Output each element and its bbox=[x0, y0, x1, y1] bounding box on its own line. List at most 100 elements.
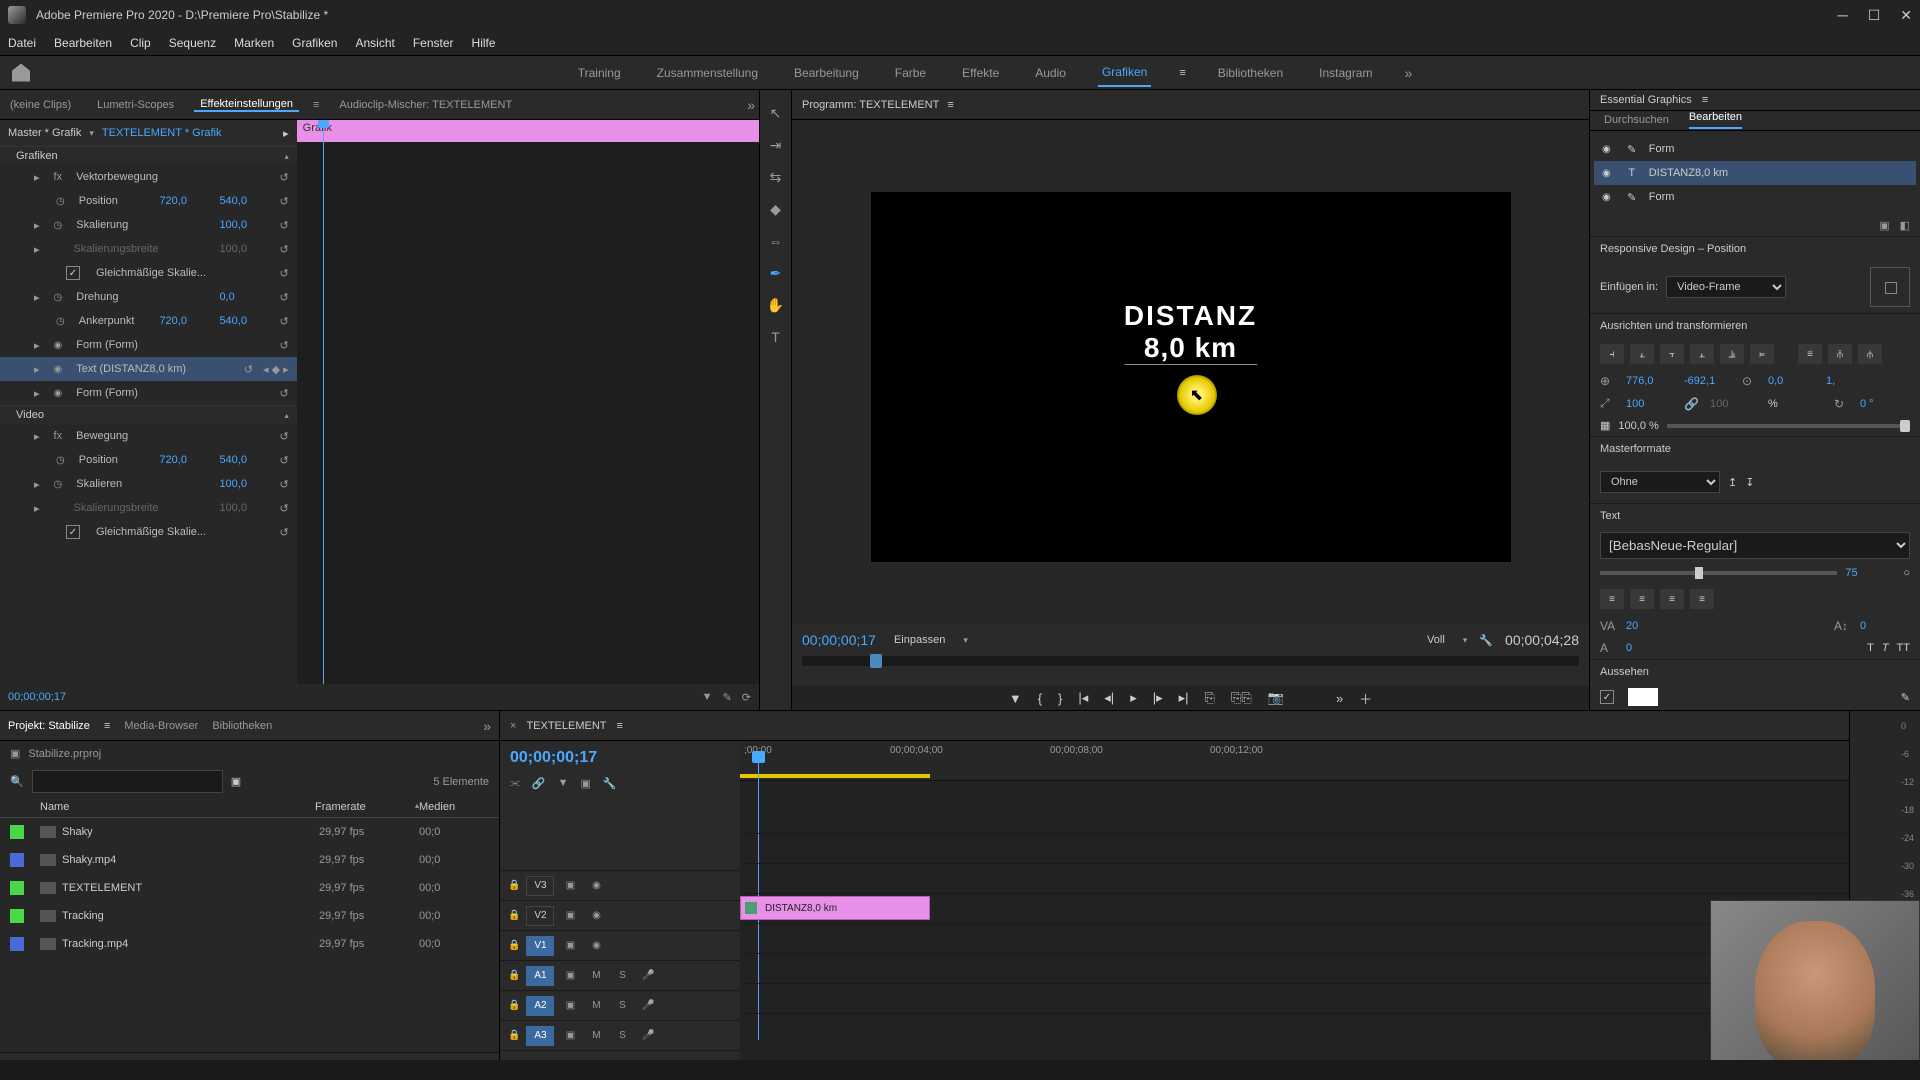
ws-audio[interactable]: Audio bbox=[1031, 60, 1070, 86]
track-a1[interactable]: 🔒A1▣MS🎤 bbox=[500, 960, 740, 990]
chevron-down-icon[interactable]: ▾ bbox=[89, 128, 94, 139]
reset-icon[interactable]: ↺ bbox=[279, 219, 288, 232]
graphic-preview[interactable]: DISTANZ 8,0 km bbox=[1124, 300, 1257, 365]
allcaps-icon[interactable]: TT bbox=[1897, 642, 1910, 654]
upload-icon[interactable]: ↥ bbox=[1728, 476, 1737, 489]
appearance-header[interactable]: Aussehen bbox=[1590, 659, 1920, 684]
program-scrubber[interactable] bbox=[802, 656, 1579, 666]
menu-bearbeiten[interactable]: Bearbeiten bbox=[54, 36, 112, 50]
expand-icon[interactable]: ▸ bbox=[34, 430, 40, 443]
type-tool[interactable]: T bbox=[767, 328, 785, 346]
track-tag[interactable]: A1 bbox=[526, 966, 554, 986]
solo-icon[interactable]: S bbox=[612, 1000, 632, 1011]
ws-instagram[interactable]: Instagram bbox=[1315, 60, 1376, 86]
step-back-icon[interactable]: ◂| bbox=[1104, 690, 1114, 706]
mute-icon[interactable]: M bbox=[586, 970, 606, 981]
master-style-select[interactable]: Ohne bbox=[1600, 471, 1720, 493]
eye-icon[interactable]: ◉ bbox=[586, 940, 606, 951]
font-select[interactable]: [BebasNeue-Regular] bbox=[1600, 532, 1910, 559]
toggle-output-icon[interactable]: ▣ bbox=[560, 940, 580, 951]
zoom-select[interactable]: Einpassen bbox=[888, 632, 951, 648]
track-lane-a1[interactable] bbox=[740, 923, 1849, 953]
fill-checkbox[interactable] bbox=[1600, 690, 1614, 704]
ws-libraries[interactable]: Bibliotheken bbox=[1214, 60, 1287, 86]
menu-datei[interactable]: Datei bbox=[8, 36, 36, 50]
track-select-tool[interactable]: ⇥ bbox=[767, 136, 785, 154]
eg-pos-y[interactable]: -692,1 bbox=[1684, 375, 1734, 387]
effect-playhead[interactable] bbox=[323, 120, 324, 684]
sequence-name[interactable]: TEXTELEMENT bbox=[526, 720, 606, 732]
marker-icon[interactable]: ▼ bbox=[558, 777, 569, 790]
mark-out-icon[interactable]: } bbox=[1058, 691, 1062, 706]
linked-sel-icon[interactable]: 🔗 bbox=[532, 777, 546, 790]
responsive-header[interactable]: Responsive Design – Position bbox=[1590, 236, 1920, 261]
eg-anc-y[interactable]: 1, bbox=[1826, 375, 1876, 387]
panel-menu-icon[interactable]: ≡ bbox=[617, 720, 623, 732]
align-vcenter-icon[interactable]: ⫡ bbox=[1720, 344, 1744, 364]
menu-hilfe[interactable]: Hilfe bbox=[472, 36, 496, 50]
panel-menu-icon[interactable]: ≡ bbox=[1702, 94, 1708, 106]
eye-icon[interactable]: ◉ bbox=[54, 364, 63, 375]
step-fwd-icon[interactable]: |▸ bbox=[1153, 690, 1163, 706]
track-lane-v2[interactable] bbox=[740, 863, 1849, 893]
reset-icon[interactable]: ↺ bbox=[279, 526, 288, 539]
slip-tool[interactable]: ⇔ bbox=[767, 232, 785, 250]
reset-icon[interactable]: ↺ bbox=[279, 291, 288, 304]
play-icon[interactable]: ▸ bbox=[1130, 690, 1137, 706]
mute-icon[interactable]: M bbox=[586, 1000, 606, 1011]
maximize-icon[interactable]: ☐ bbox=[1868, 7, 1881, 24]
track-lane-v1[interactable]: DISTANZ8,0 km bbox=[740, 893, 1849, 923]
track-lane-a3[interactable] bbox=[740, 983, 1849, 1013]
stopwatch-icon[interactable]: ◷ bbox=[54, 479, 63, 490]
ws-menu-icon[interactable]: ≡ bbox=[1179, 67, 1185, 79]
go-in-icon[interactable]: |◂ bbox=[1078, 690, 1088, 706]
panel-menu-icon[interactable]: ≡ bbox=[947, 99, 953, 111]
lock-icon[interactable]: 🔒 bbox=[508, 1030, 520, 1041]
eyedropper-icon[interactable]: ✎ bbox=[1901, 691, 1910, 704]
toggle-output-icon[interactable]: ▣ bbox=[560, 910, 580, 921]
sequence-clip-label[interactable]: TEXTELEMENT * Grafik bbox=[102, 127, 222, 139]
ws-effects[interactable]: Effekte bbox=[958, 60, 1003, 86]
reset-icon[interactable]: ↺ bbox=[279, 478, 288, 491]
collapse-icon[interactable]: ▴ bbox=[285, 411, 289, 420]
toggle-output-icon[interactable]: ▣ bbox=[560, 1030, 580, 1041]
reset-icon[interactable]: ↺ bbox=[279, 315, 288, 328]
layer-text-distanz[interactable]: ◉TDISTANZ8,0 km bbox=[1594, 161, 1916, 185]
panel-menu-icon[interactable]: ≡ bbox=[313, 99, 319, 111]
snap-icon[interactable]: ⫘ bbox=[510, 777, 520, 790]
track-tag[interactable]: V2 bbox=[526, 906, 554, 926]
home-icon[interactable] bbox=[12, 64, 30, 82]
expand-icon[interactable]: ▸ bbox=[34, 171, 40, 184]
opacity-slider[interactable] bbox=[1667, 424, 1910, 428]
eye-icon[interactable]: ◉ bbox=[586, 880, 606, 891]
add-button-icon[interactable]: ＋ bbox=[1359, 689, 1372, 708]
text-header[interactable]: Text bbox=[1590, 503, 1920, 528]
dist-icon[interactable]: ⫛ bbox=[1858, 344, 1882, 364]
reset-icon[interactable]: ↺ bbox=[279, 339, 288, 352]
lock-icon[interactable]: 🔒 bbox=[508, 880, 520, 891]
prop-vektorbewegung[interactable]: Vektorbewegung bbox=[76, 171, 269, 183]
lock-icon[interactable]: 🔒 bbox=[508, 1000, 520, 1011]
ws-training[interactable]: Training bbox=[574, 60, 625, 86]
track-lane-v3[interactable] bbox=[740, 833, 1849, 863]
reset-icon[interactable]: ↺ bbox=[279, 430, 288, 443]
align-header[interactable]: Ausrichten und transformieren bbox=[1590, 313, 1920, 338]
panel-overflow-icon[interactable]: » bbox=[747, 97, 755, 113]
timeline-clip[interactable]: DISTANZ8,0 km bbox=[740, 896, 930, 920]
pos-y[interactable]: 540,0 bbox=[219, 195, 269, 207]
track-lane-a2[interactable] bbox=[740, 953, 1849, 983]
dist-h-icon[interactable]: ≡ bbox=[1798, 344, 1822, 364]
menu-sequenz[interactable]: Sequenz bbox=[169, 36, 216, 50]
prop-form1[interactable]: Form (Form) bbox=[76, 339, 269, 351]
new-layer-icon[interactable]: ▣ bbox=[1879, 219, 1889, 232]
eg-anc-x[interactable]: 0,0 bbox=[1768, 375, 1818, 387]
effect-timecode[interactable]: 00;00;00;17 bbox=[8, 691, 66, 703]
expand-icon[interactable]: ▸ bbox=[34, 363, 40, 376]
eye-icon[interactable]: ◉ bbox=[54, 388, 63, 399]
keyframe-nav[interactable]: ◂ ◆ ▸ bbox=[263, 363, 289, 376]
lock-icon[interactable]: 🔒 bbox=[508, 940, 520, 951]
track-a3[interactable]: 🔒A3▣MS🎤 bbox=[500, 1020, 740, 1050]
text-align-justify[interactable]: ≡ bbox=[1690, 589, 1714, 609]
tab-no-clips[interactable]: (keine Clips) bbox=[4, 99, 77, 111]
eye-icon[interactable]: ◉ bbox=[1602, 144, 1611, 155]
